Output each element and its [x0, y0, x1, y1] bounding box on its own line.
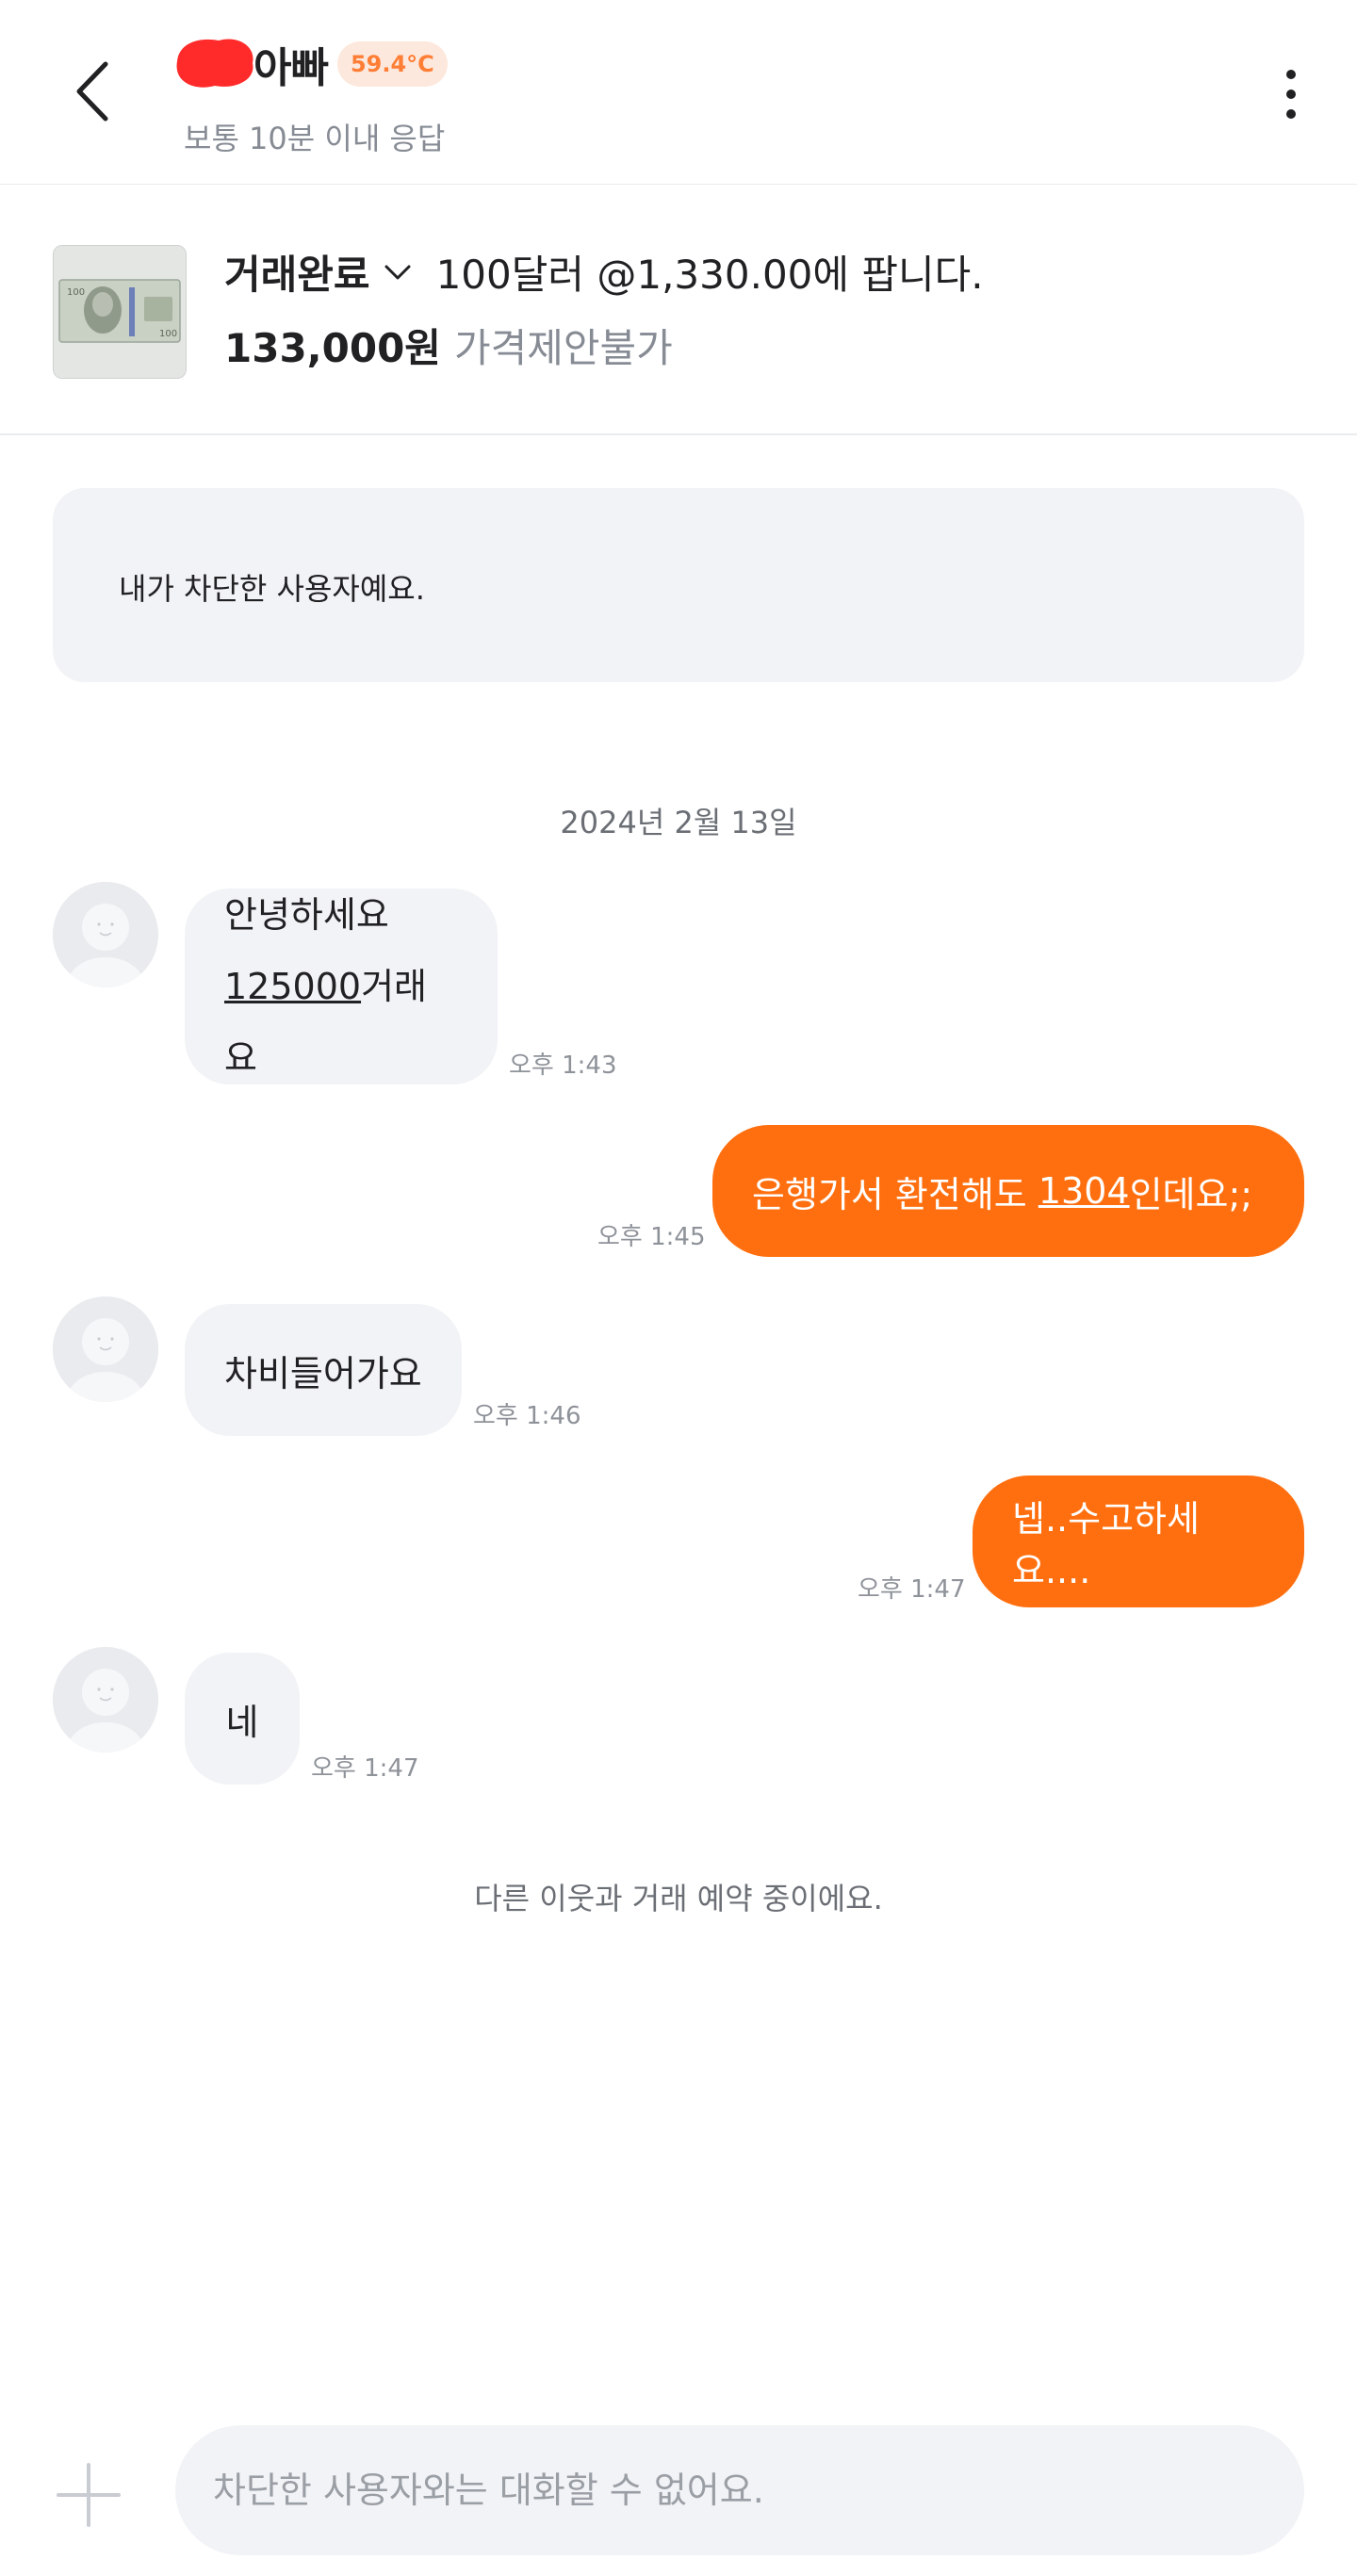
default-profile-icon	[53, 1647, 158, 1753]
message-bubble-outgoing[interactable]: 은행가서 환전해도 1304 인데요;;	[712, 1125, 1304, 1257]
message-bubble-outgoing[interactable]: 넵..수고하세요....	[973, 1475, 1304, 1607]
message-time: 오후 1:45	[597, 1223, 706, 1251]
avatar[interactable]	[53, 882, 158, 987]
message-input[interactable]	[175, 2425, 1304, 2555]
message-bubble-incoming[interactable]: 안녕하세요 125000거래요	[185, 889, 498, 1084]
attach-button[interactable]	[53, 2459, 124, 2531]
price-offer-note: 가격제안불가	[453, 325, 673, 371]
banknote-image: 100 100	[54, 246, 186, 378]
plus-icon	[57, 2463, 121, 2527]
message-text: 은행가서 환전해도	[752, 1173, 1038, 1215]
message-time: 오후 1:43	[509, 1052, 617, 1080]
message-line: 안녕하세요	[224, 894, 389, 936]
product-thumbnail[interactable]: 100 100	[53, 245, 187, 379]
chevron-down-icon[interactable]	[382, 256, 414, 288]
default-profile-icon	[53, 1296, 158, 1402]
product-price-row: 133,000원 가격제안불가	[224, 317, 673, 374]
message-bubble-incoming[interactable]: 차비들어가요	[185, 1304, 462, 1436]
message-time: 오후 1:47	[858, 1575, 966, 1604]
reply-time-text: 보통 10분 이내 응답	[184, 121, 446, 156]
more-vertical-icon-dot	[1286, 109, 1296, 119]
trade-status-dropdown[interactable]: 거래완료	[224, 243, 370, 301]
user-name-row: 아빠 59.4°C	[174, 36, 448, 92]
back-arrow-icon	[76, 61, 108, 122]
blocked-user-notice-text: 내가 차단한 사용자예요.	[119, 571, 425, 607]
date-divider: 2024년 2월 13일	[560, 805, 797, 840]
more-vertical-icon	[1286, 70, 1296, 79]
chat-header: 아빠 59.4°C 보통 10분 이내 응답	[0, 0, 1357, 186]
svg-text:100: 100	[67, 287, 85, 298]
message-time: 오후 1:46	[473, 1402, 581, 1430]
blocked-user-notice: 내가 차단한 사용자예요.	[53, 488, 1304, 682]
avatar[interactable]	[53, 1647, 158, 1753]
message-bubble-incoming[interactable]: 네	[185, 1653, 300, 1785]
back-button[interactable]	[57, 49, 132, 134]
product-info-bar[interactable]: 100 100 거래완료 100달러 @1,330.00에 팝니다. 133,0…	[0, 185, 1357, 435]
message-text: 네	[225, 1701, 259, 1743]
underlined-number: 1304	[1038, 1170, 1130, 1212]
product-status-row: 거래완료 100달러 @1,330.00에 팝니다.	[224, 243, 984, 301]
message-time: 오후 1:47	[311, 1754, 419, 1783]
svg-text:100: 100	[159, 329, 177, 339]
avatar[interactable]	[53, 1296, 158, 1402]
default-profile-icon	[53, 882, 158, 987]
product-title: 100달러 @1,330.00에 팝니다.	[435, 252, 984, 298]
message-line-2: 125000거래요	[224, 951, 458, 1094]
underlined-number: 125000	[224, 966, 362, 1007]
message-text-rest: 인데요;;	[1129, 1173, 1253, 1215]
user-name[interactable]: 아빠	[253, 34, 329, 94]
system-message: 다른 이웃과 거래 예약 중이에요.	[474, 1881, 883, 1916]
message-text: 넵..수고하세요....	[1012, 1498, 1200, 1591]
product-price: 133,000원	[224, 325, 441, 371]
manner-temperature-badge[interactable]: 59.4°C	[336, 41, 448, 87]
message-text: 차비들어가요	[224, 1352, 422, 1394]
more-menu-button[interactable]	[1263, 57, 1319, 132]
more-vertical-icon-dot	[1286, 90, 1296, 99]
